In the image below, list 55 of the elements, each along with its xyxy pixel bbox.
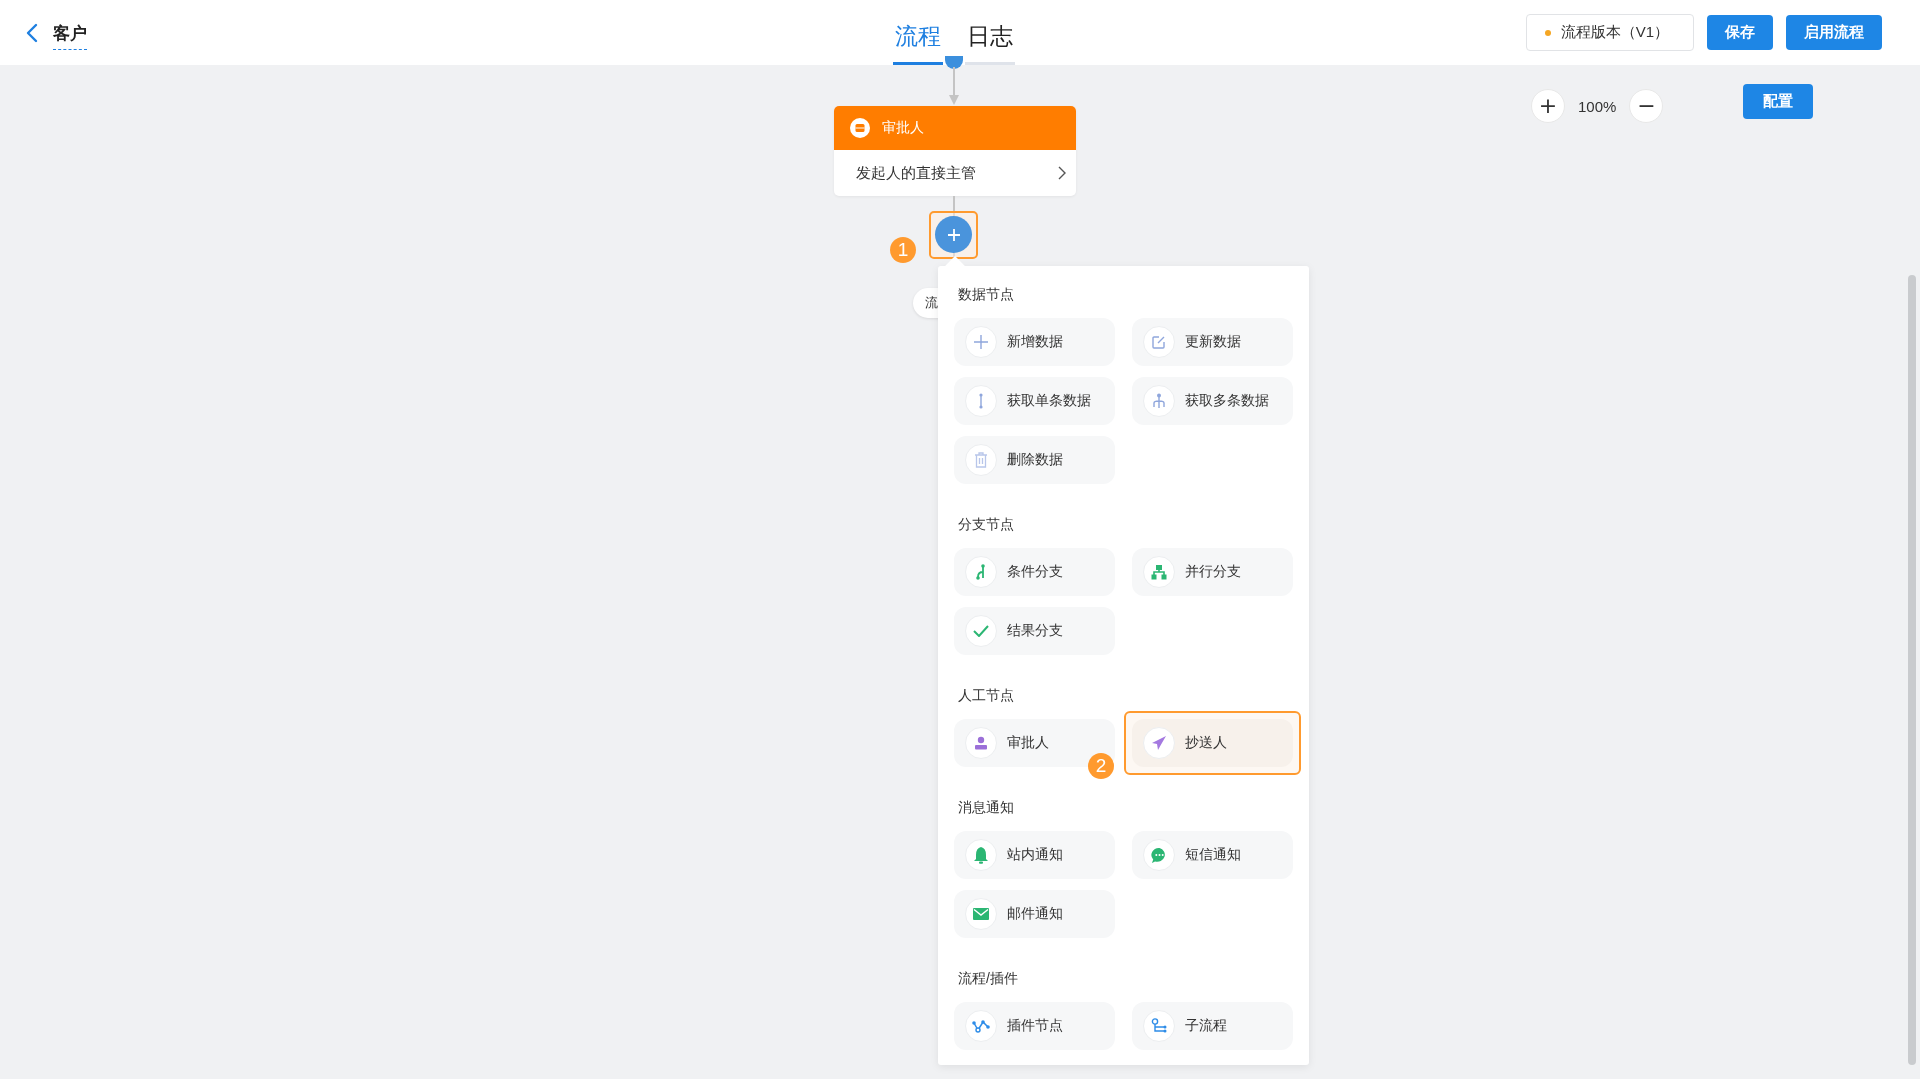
zoom-level: 100% [1578, 97, 1617, 115]
config-button[interactable]: 配置 [1743, 84, 1813, 119]
zoom-out-button[interactable]: − [1629, 89, 1664, 123]
tab[interactable]: 流程 [893, 21, 943, 65]
menu-item[interactable]: 并行分支 [1132, 548, 1293, 596]
connected-nodes-icon [972, 1019, 990, 1033]
check-icon [973, 625, 989, 637]
menu-item[interactable]: 获取多条数据 [1132, 377, 1293, 425]
page-title[interactable]: 客户 [53, 21, 87, 50]
person-icon [974, 736, 988, 750]
chat-bubble-icon [1150, 846, 1168, 864]
back-icon[interactable] [26, 22, 38, 43]
section-title: 消息通知 [958, 798, 1015, 817]
menu-item[interactable]: 插件节点 [954, 1002, 1115, 1050]
step-marker: 2 [1088, 753, 1114, 779]
section-title: 分支节点 [958, 515, 1015, 534]
menu-item[interactable]: 获取单条数据 [954, 377, 1115, 425]
menu-item[interactable]: 结果分支 [954, 607, 1115, 655]
approver-icon [850, 118, 870, 138]
node-title: 审批人 [882, 119, 924, 137]
hierarchy-icon [1151, 564, 1167, 580]
branch-icon [975, 564, 987, 580]
add-node-button[interactable] [935, 216, 972, 253]
chevron-right-icon [1058, 166, 1066, 180]
menu-item[interactable]: 站内通知 [954, 831, 1115, 879]
paper-plane-icon [1151, 735, 1167, 751]
vertical-line-icon [978, 393, 984, 409]
section-title: 人工节点 [958, 686, 1015, 705]
plus-icon [946, 227, 961, 242]
plus-icon [973, 334, 989, 350]
menu-item[interactable]: 子流程 [1132, 1002, 1293, 1050]
zoom-in-button[interactable]: + [1531, 89, 1565, 123]
menu-item[interactable]: 更新数据 [1132, 318, 1293, 366]
menu-item[interactable]: 短信通知 [1132, 831, 1293, 879]
menu-item[interactable]: 删除数据 [954, 436, 1115, 484]
bell-icon [973, 846, 989, 864]
subflow-icon [1151, 1018, 1167, 1034]
edit-icon [1152, 335, 1166, 349]
trash-icon [974, 452, 988, 468]
header-button[interactable]: 保存 [1707, 15, 1773, 50]
menu-item[interactable]: 新增数据 [954, 318, 1115, 366]
menu-item[interactable]: 抄送人 [1132, 719, 1293, 767]
node-summary: 发起人的直接主管 [856, 163, 976, 183]
version-selector[interactable]: 流程版本（V1） [1525, 14, 1694, 51]
tab[interactable]: 日志 [965, 21, 1015, 65]
fork-icon [1152, 393, 1166, 409]
connector-arrow [948, 67, 960, 107]
menu-item[interactable]: 条件分支 [954, 548, 1115, 596]
step-marker: 1 [890, 237, 916, 263]
header-button[interactable]: 启用流程 [1786, 15, 1882, 50]
approver-node[interactable]: 审批人 发起人的直接主管 [834, 106, 1076, 196]
section-title: 流程/插件 [958, 969, 1019, 988]
menu-item[interactable]: 邮件通知 [954, 890, 1115, 938]
scrollbar[interactable] [1908, 275, 1916, 1065]
envelope-icon [973, 908, 989, 920]
